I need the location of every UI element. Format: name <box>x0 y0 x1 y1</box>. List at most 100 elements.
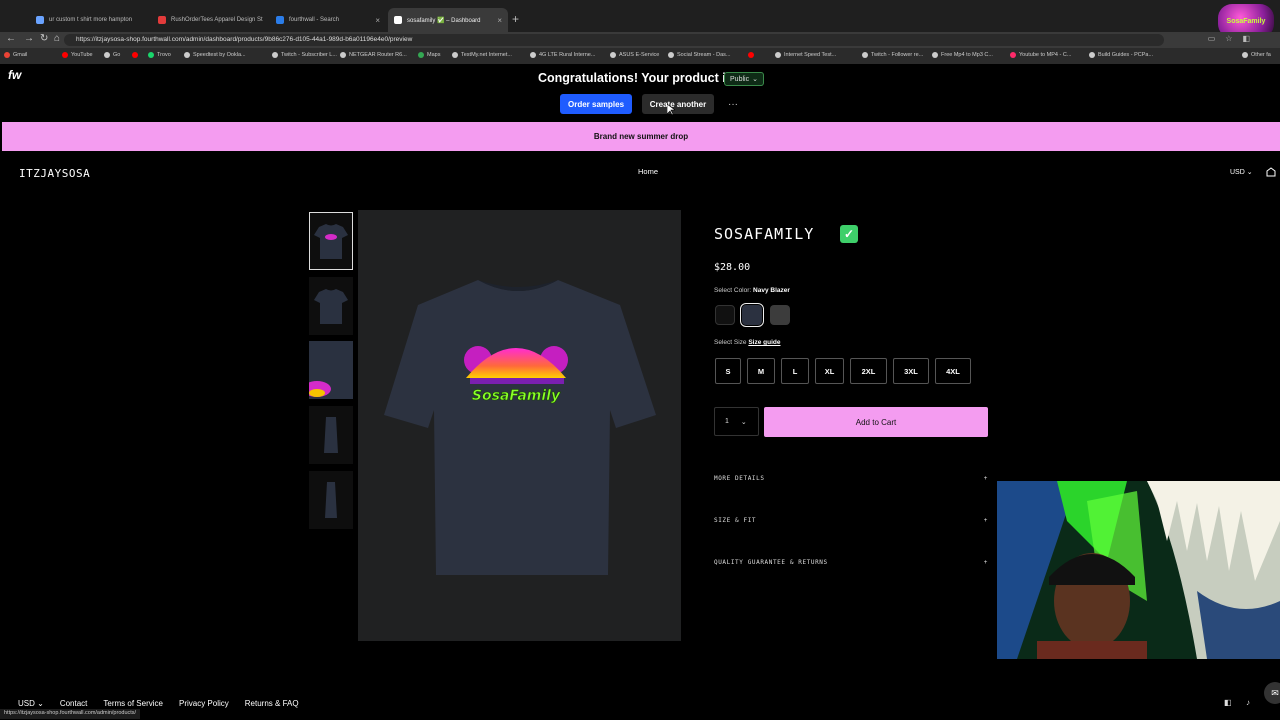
color-swatch-navy[interactable] <box>740 303 764 327</box>
bookmark-item[interactable]: Maps <box>418 52 440 58</box>
bookmark-label: Speedtest by Ookla... <box>193 52 246 58</box>
bookmark-item[interactable] <box>748 52 757 58</box>
tiktok-icon[interactable]: ♪ <box>1246 698 1250 707</box>
plus-icon: + <box>983 558 988 566</box>
bookmark-favicon-icon <box>184 52 190 58</box>
bookmark-label: Trovo <box>157 52 171 58</box>
color-label: Select Color: <box>714 287 752 294</box>
bookmark-item[interactable]: Build Guides - PCPa... <box>1089 52 1153 58</box>
quantity-select[interactable]: 1 ⌄ <box>714 407 759 436</box>
currency-label: USD <box>1230 169 1245 176</box>
currency-selector[interactable]: USD ⌄ <box>1230 168 1253 176</box>
footer-currency[interactable]: USD ⌄ <box>18 699 44 708</box>
extensions-icon[interactable]: ◧ <box>1242 34 1250 43</box>
browser-tab[interactable]: RushOrderTees Apparel Design St × <box>152 8 266 32</box>
product-price: $28.00 <box>714 262 751 273</box>
bookmark-item[interactable]: Free Mp4 to Mp3 C... <box>932 52 993 58</box>
create-another-button[interactable]: Create another <box>642 94 714 114</box>
add-to-cart-button[interactable]: Add to Cart <box>764 407 988 437</box>
accordion-quality-returns[interactable]: QUALITY GUARANTEE & RETURNS + <box>714 555 988 569</box>
bookmark-label: TestMy.net Internet... <box>461 52 512 58</box>
cart-icon[interactable] <box>1266 167 1276 177</box>
bookmark-item[interactable]: 4G LTE Rural Interne... <box>530 52 595 58</box>
gallery-thumbnail[interactable] <box>309 212 353 270</box>
chat-icon[interactable]: ✉ <box>1264 682 1280 704</box>
bookmark-label: Youtube to MP4 - C... <box>1019 52 1072 58</box>
promo-banner: Brand new summer drop <box>2 122 1280 151</box>
bookmark-label: Social Stream - Das... <box>677 52 731 58</box>
nav-home-link[interactable]: Home <box>638 167 658 176</box>
close-icon[interactable]: × <box>493 16 502 25</box>
size-option[interactable]: S <box>715 358 741 384</box>
size-option[interactable]: 4XL <box>935 358 971 384</box>
new-tab-button[interactable]: + <box>512 12 519 26</box>
bookmark-star-icon[interactable]: ☆ <box>1225 34 1232 43</box>
store-logo[interactable]: ITZJAYSOSA <box>19 167 90 180</box>
accordion-more-details[interactable]: MORE DETAILS + <box>714 471 988 485</box>
size-option[interactable]: 3XL <box>893 358 929 384</box>
bookmark-favicon-icon <box>4 52 10 58</box>
bookmark-label: ASUS E-Service <box>619 52 660 58</box>
mouse-cursor-icon <box>667 104 675 116</box>
size-option[interactable]: 2XL <box>850 358 887 384</box>
forward-icon[interactable]: → <box>24 33 34 44</box>
bookmark-item[interactable]: YouTube <box>62 52 93 58</box>
bookmark-item[interactable]: ASUS E-Service <box>610 52 659 58</box>
color-swatch-charcoal[interactable] <box>770 305 790 325</box>
home-icon[interactable]: ⌂ <box>54 33 60 44</box>
gallery-thumbnail[interactable] <box>309 471 353 529</box>
bookmark-favicon-icon <box>668 52 674 58</box>
bookmark-label: Build Guides - PCPa... <box>1098 52 1154 58</box>
back-icon[interactable]: ← <box>6 33 16 44</box>
footer-link-terms[interactable]: Terms of Service <box>103 699 163 708</box>
accordion-label: MORE DETAILS <box>714 474 765 482</box>
reload-icon[interactable]: ↻ <box>40 33 48 44</box>
quantity-value: 1 <box>725 418 729 425</box>
browser-tab-bar: ur custom t shirt more hampton RushOrder… <box>0 0 1280 38</box>
close-icon[interactable]: × <box>371 16 380 25</box>
bookmark-favicon-icon <box>530 52 536 58</box>
gallery-thumbnail[interactable] <box>309 277 353 335</box>
footer-link-contact[interactable]: Contact <box>60 699 88 708</box>
size-option[interactable]: XL <box>815 358 844 384</box>
bookmark-item[interactable]: Other fa <box>1242 52 1271 58</box>
size-option[interactable]: L <box>781 358 809 384</box>
url-field[interactable]: https://itzjaysosa-shop.fourthwall.com/a… <box>64 34 1164 46</box>
bookmark-item[interactable]: Gmail <box>4 52 27 58</box>
bookmark-item[interactable]: Twitch - Subscriber L... <box>272 52 337 58</box>
bookmark-item[interactable]: Go <box>104 52 120 58</box>
chevron-down-icon: ⌄ <box>752 76 758 83</box>
bookmark-item[interactable]: Speedtest by Ookla... <box>184 52 246 58</box>
bookmark-item[interactable]: Internet Speed Test... <box>775 52 836 58</box>
instagram-icon[interactable]: ◧ <box>1224 698 1232 707</box>
product-main-image[interactable]: SosaFamily <box>358 210 681 641</box>
bookmark-favicon-icon <box>932 52 938 58</box>
browser-tab-active[interactable]: sosafamily ✅ – Dashboard × <box>388 8 508 32</box>
footer-link-privacy[interactable]: Privacy Policy <box>179 699 229 708</box>
install-icon[interactable]: ▭ <box>1208 34 1216 43</box>
bookmark-item[interactable]: Trovo <box>148 52 171 58</box>
visibility-dropdown[interactable]: Public ⌄ <box>724 72 764 86</box>
size-guide-link[interactable]: Size guide <box>748 339 780 346</box>
bookmark-item[interactable] <box>132 52 141 58</box>
gallery-thumbnail[interactable] <box>309 406 353 464</box>
size-option[interactable]: M <box>747 358 775 384</box>
bookmark-item[interactable]: Social Stream - Das... <box>668 52 731 58</box>
bookmark-item[interactable]: Twitch - Follower re... <box>862 52 923 58</box>
more-options-button[interactable]: ··· <box>724 94 742 114</box>
address-bar-actions: ▭ ☆ ◧ <box>1208 34 1250 43</box>
footer-link-returns[interactable]: Returns & FAQ <box>245 699 299 708</box>
fourthwall-logo[interactable]: fw <box>8 68 21 82</box>
bookmark-item[interactable]: TestMy.net Internet... <box>452 52 512 58</box>
close-icon[interactable]: × <box>263 16 266 25</box>
screen: ur custom t shirt more hampton RushOrder… <box>0 0 1280 720</box>
order-samples-button[interactable]: Order samples <box>560 94 632 114</box>
gallery-thumbnail[interactable] <box>309 341 353 399</box>
browser-tab[interactable]: ur custom t shirt more hampton <box>30 8 148 32</box>
color-swatch-black[interactable] <box>715 305 735 325</box>
bookmark-item[interactable]: NETGEAR Router R6... <box>340 52 407 58</box>
browser-tab[interactable]: fourthwall - Search × <box>270 8 386 32</box>
bookmark-favicon-icon <box>272 52 278 58</box>
bookmark-item[interactable]: Youtube to MP4 - C... <box>1010 52 1071 58</box>
accordion-size-fit[interactable]: SIZE & FIT + <box>714 513 988 527</box>
